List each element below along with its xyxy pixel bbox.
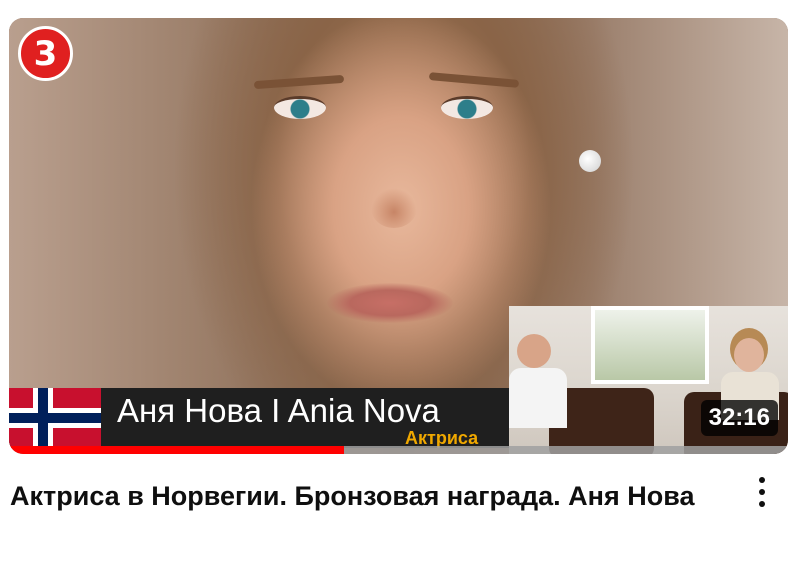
thumbnail-image-detail [274, 96, 326, 119]
watch-progress-fill [9, 446, 344, 454]
watch-progress-bar [9, 446, 788, 454]
thumbnail-image-detail [371, 188, 417, 228]
thumbnail-image-detail [327, 283, 453, 323]
video-thumbnail[interactable]: 3 Аня Нова I Ania Nova Актриса 32:16 [9, 18, 788, 454]
duration-badge: 32:16 [700, 400, 778, 436]
thumbnail-image-detail [579, 150, 601, 172]
video-card: 3 Аня Нова I Ania Nova Актриса 32:16 Акт… [0, 0, 795, 574]
video-title[interactable]: Актриса в Норвегии. Бронзовая награда. А… [10, 475, 700, 518]
channel-badge: 3 [18, 26, 73, 81]
thumbnail-image-detail [441, 96, 493, 119]
lower-third-banner: Аня Нова I Ania Nova Актриса [9, 388, 509, 448]
more-vert-icon[interactable] [745, 470, 779, 514]
overlay-name: Аня Нова I Ania Nova [117, 392, 440, 429]
norway-flag-icon [9, 388, 101, 448]
